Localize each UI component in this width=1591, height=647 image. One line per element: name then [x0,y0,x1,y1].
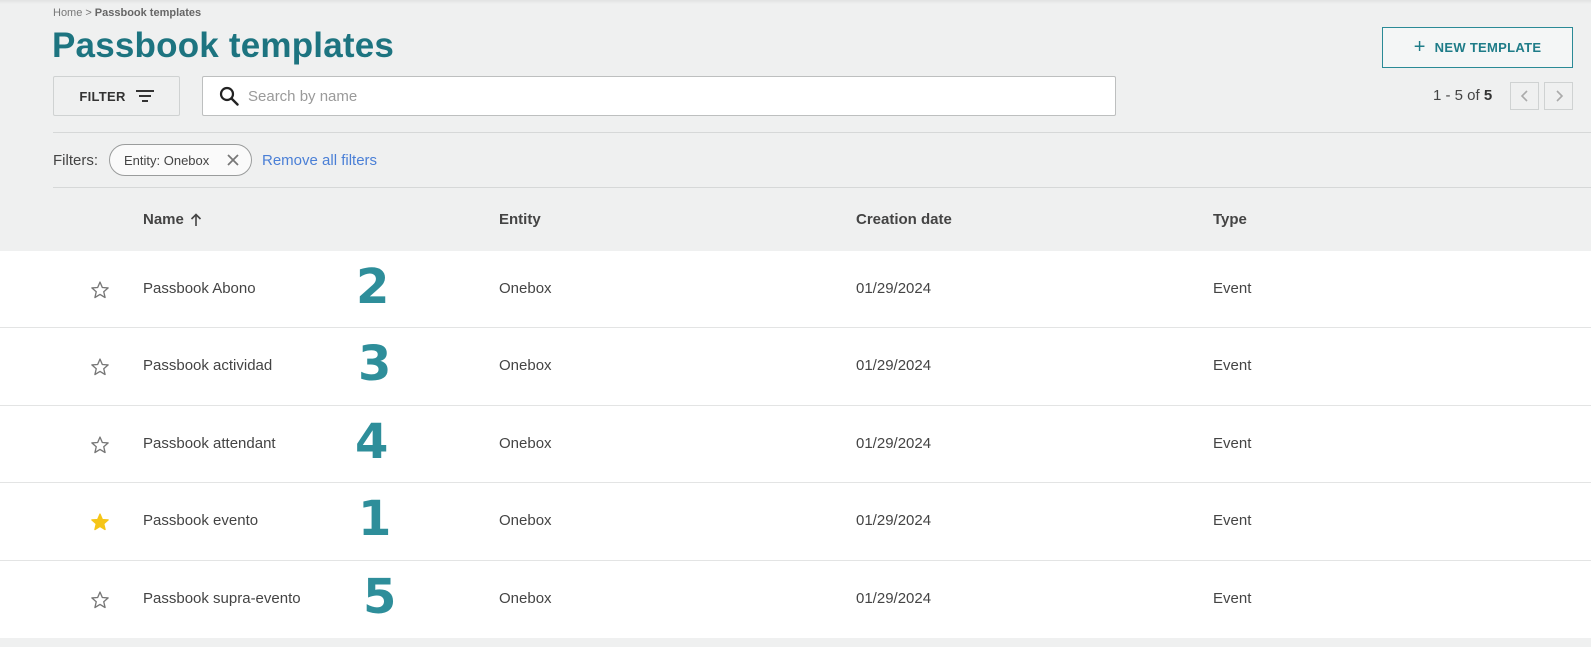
divider [53,132,1591,133]
template-name[interactable]: Passbook supra-evento [143,590,301,607]
column-header-entity[interactable]: Entity [499,211,541,228]
table-row[interactable]: Passbook Abono 2 Onebox 01/29/2024 Event [0,251,1591,329]
template-creation-date: 01/29/2024 [856,434,932,452]
template-entity: Onebox [499,434,552,452]
star-shape [91,358,109,376]
template-name[interactable]: Passbook evento [143,512,258,529]
column-header-name[interactable]: Name [143,211,202,228]
template-creation-date: 01/29/2024 [856,357,932,375]
template-creation-date: 01/29/2024 [856,512,932,530]
page-title: Passbook templates [52,26,395,65]
star-shape [91,436,109,453]
annotation-number: 2 [356,259,390,315]
column-header-type[interactable]: Type [1213,211,1247,228]
new-template-label: NEW TEMPLATE [1434,40,1542,55]
pager-next-button[interactable] [1544,82,1573,110]
table-row[interactable]: Passbook evento 1 Onebox 01/29/2024 Even… [0,483,1591,561]
template-entity: Onebox [499,280,552,297]
template-type: Event [1213,357,1252,375]
annotation-number: 3 [358,336,392,393]
star-shape [91,281,109,299]
table-row[interactable]: Passbook actividad 3 Onebox 01/29/2024 E… [0,328,1591,406]
filter-chip-label: Entity: Onebox [124,152,210,168]
pager-range-text: 1 - 5 of [1433,87,1480,104]
annotation-number: 4 [355,413,389,470]
star-icon[interactable] [90,590,110,610]
divider [53,187,1591,188]
pager-range: 1 - 5 of 5 [1433,87,1492,104]
template-entity: Onebox [499,357,552,375]
star-icon[interactable] [90,280,110,300]
breadcrumb: Home > Passbook templates [53,7,201,19]
template-name[interactable]: Passbook attendant [143,435,276,452]
column-header-name-label: Name [143,211,184,228]
table-row[interactable]: Passbook supra-evento 5 Onebox 01/29/202… [0,561,1591,638]
arrow-up-icon [190,212,201,226]
breadcrumb-separator: > [85,7,92,19]
filter-label: FILTER [79,88,126,104]
column-header-creation-date[interactable]: Creation date [856,211,952,228]
table-row[interactable]: Passbook attendant 4 Onebox 01/29/2024 E… [0,406,1591,484]
top-shadow [0,0,1591,4]
templates-table-body: Passbook Abono 2 Onebox 01/29/2024 Event… [0,251,1591,638]
close-icon[interactable] [226,153,240,167]
annotation-number: 5 [363,568,397,625]
template-type: Event [1213,280,1252,297]
search-icon [219,86,239,106]
search-input[interactable] [248,77,1115,115]
star-icon[interactable] [90,435,110,455]
template-type: Event [1213,434,1252,452]
filter-button[interactable]: FILTER [53,76,180,116]
pager-total: 5 [1483,87,1493,104]
plus-icon: + [1413,35,1426,58]
star-shape [91,513,109,531]
filter-chip-entity: Entity: Onebox [109,144,252,176]
remove-all-filters-link[interactable]: Remove all filters [262,152,377,169]
bottom-strip [0,638,1591,647]
star-shape [91,590,109,608]
template-type: Event [1213,589,1252,607]
template-creation-date: 01/29/2024 [856,280,932,297]
search-box [202,76,1116,116]
star-icon[interactable] [90,357,110,377]
template-type: Event [1213,512,1252,530]
breadcrumb-home[interactable]: Home [53,7,82,19]
star-icon[interactable] [90,512,110,532]
new-template-button[interactable]: + NEW TEMPLATE [1382,27,1573,68]
chevron-right-icon [1555,90,1563,102]
pager-prev-button[interactable] [1510,82,1539,110]
template-entity: Onebox [499,589,552,607]
filters-label: Filters: [53,152,98,169]
breadcrumb-current: Passbook templates [94,7,202,19]
filter-lines-icon [135,90,154,102]
template-entity: Onebox [499,512,552,530]
chevron-left-icon [1520,90,1528,102]
template-name[interactable]: Passbook actividad [143,357,272,374]
template-creation-date: 01/29/2024 [856,589,932,607]
annotation-number: 1 [358,491,392,548]
template-name[interactable]: Passbook Abono [143,280,256,297]
